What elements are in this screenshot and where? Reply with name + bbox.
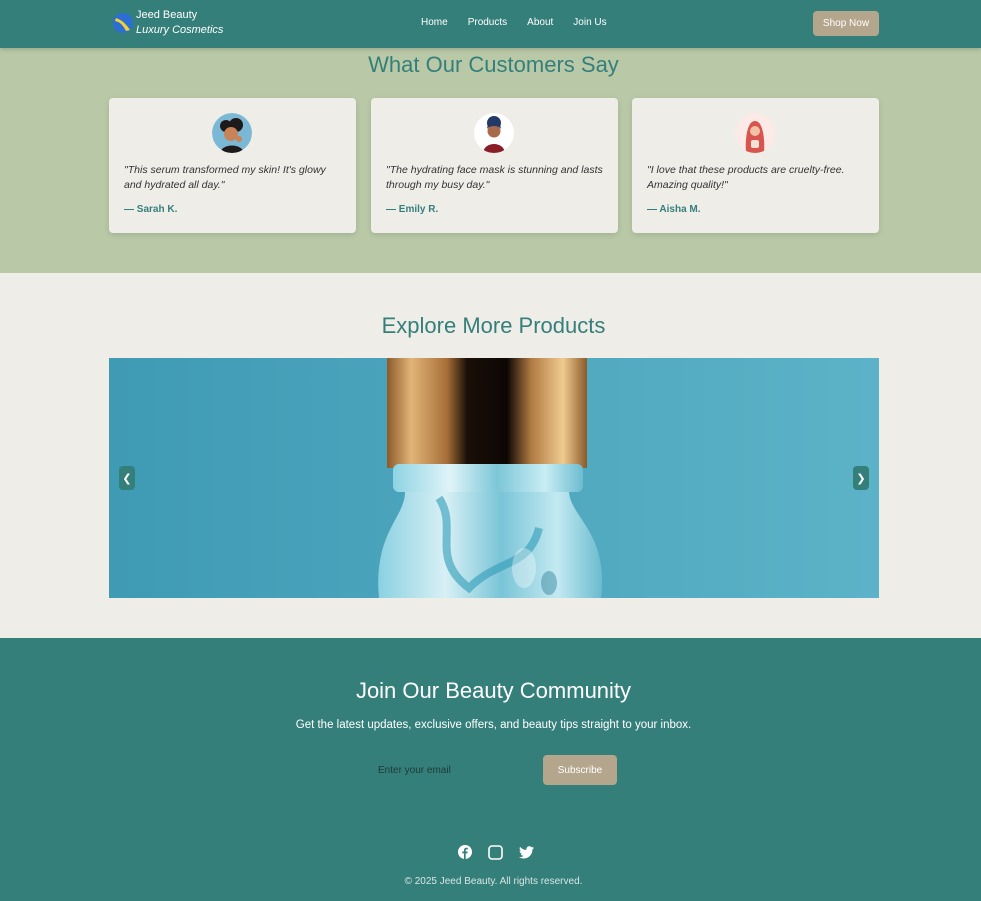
email-input[interactable] <box>371 755 539 785</box>
main-nav: Home Products About Join Us <box>421 17 607 28</box>
avatar-illustration <box>735 113 775 153</box>
brand-logo-icon <box>113 13 133 33</box>
testimonials-title: What Our Customers Say <box>368 52 619 77</box>
avatar-illustration <box>474 113 514 153</box>
testimonials-section: What Our Customers Say "This serum trans… <box>0 48 981 273</box>
brand-tagline: Luxury Cosmetics <box>136 24 224 36</box>
navbar: Jeed Beauty Luxury Cosmetics Home Produc… <box>0 0 981 48</box>
testimonial-author: — Aisha M. <box>647 204 701 215</box>
nav-about[interactable]: About <box>527 17 553 28</box>
brand[interactable]: Jeed Beauty Luxury Cosmetics <box>112 8 223 38</box>
community-title: Join Our Beauty Community <box>355 678 632 703</box>
testimonial-quote: "I love that these products are cruelty-… <box>647 164 845 191</box>
testimonial-card: "I love that these products are cruelty-… <box>632 98 879 233</box>
copyright-text: © 2025 Jeed Beauty. All rights reserved. <box>404 876 583 887</box>
avatar <box>212 113 252 153</box>
avatar <box>474 113 514 153</box>
product-image <box>109 358 879 598</box>
facebook-icon[interactable] <box>457 844 472 860</box>
explore-title: Explore More Products <box>381 313 606 338</box>
community-section: Join Our Beauty Community Get the latest… <box>0 638 981 901</box>
nav-products[interactable]: Products <box>468 17 507 28</box>
nav-home[interactable]: Home <box>421 17 448 28</box>
social-links <box>457 844 534 860</box>
product-carousel[interactable]: ❮ ❯ <box>109 358 879 598</box>
subscribe-button[interactable]: Subscribe <box>543 755 617 785</box>
carousel-next-button[interactable]: ❯ <box>853 466 869 490</box>
instagram-icon[interactable] <box>488 844 503 860</box>
testimonial-quote: "The hydrating face mask is stunning and… <box>386 164 603 191</box>
testimonial-author: — Emily R. <box>386 204 439 215</box>
testimonial-card: "This serum transformed my skin! It's gl… <box>109 98 356 233</box>
explore-section: Explore More Products ❮ ❯ <box>0 273 981 638</box>
avatar-illustration <box>212 113 252 153</box>
brand-name: Jeed Beauty <box>136 9 198 21</box>
testimonial-card: "The hydrating face mask is stunning and… <box>371 98 618 233</box>
avatar <box>735 113 775 153</box>
testimonial-quote: "This serum transformed my skin! It's gl… <box>124 164 326 191</box>
nav-join-us[interactable]: Join Us <box>573 17 606 28</box>
shop-now-button[interactable]: Shop Now <box>813 11 879 36</box>
community-subtitle: Get the latest updates, exclusive offers… <box>295 719 692 731</box>
testimonial-author: — Sarah K. <box>124 204 178 215</box>
carousel-prev-button[interactable]: ❮ <box>119 466 135 490</box>
twitter-icon[interactable] <box>519 844 534 860</box>
